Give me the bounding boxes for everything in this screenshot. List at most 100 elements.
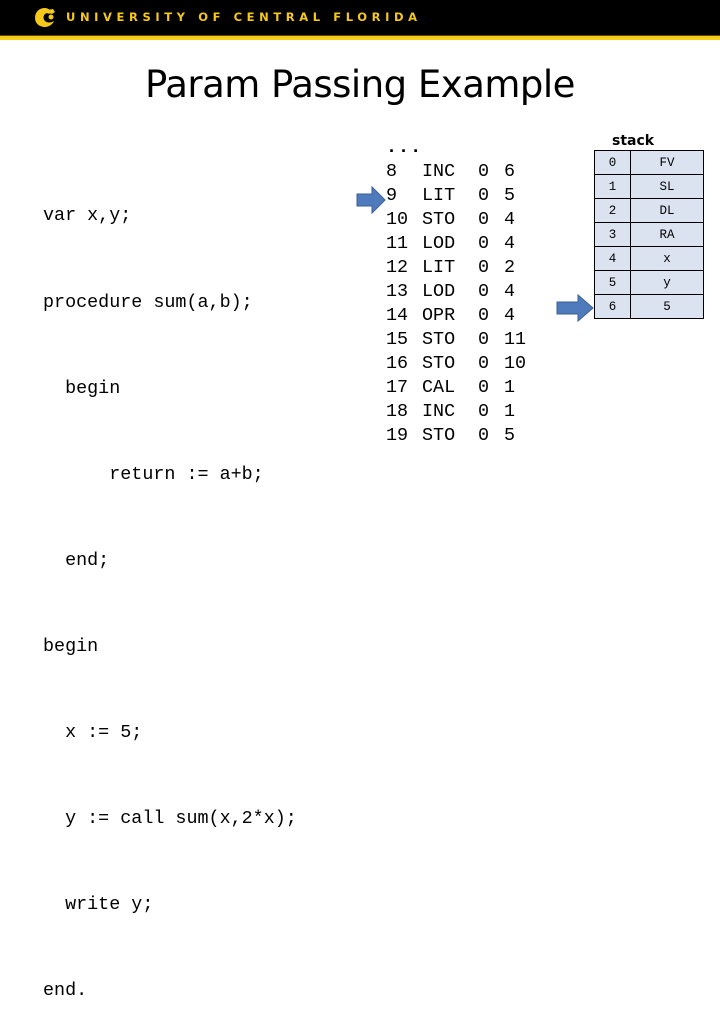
source-code-block: var x,y; procedure sum(a,b); begin retur… [43,145,297,1035]
instruction-opcode: LIT [422,257,456,278]
instruction-level: 0 [478,401,490,422]
code-line: return := a+b; [43,463,264,485]
stack-index: 1 [594,174,631,199]
instruction-opcode: STO [422,425,456,446]
code-line: end. [43,980,88,1002]
instruction-level: 0 [478,353,490,374]
instruction-modifier: 5 [504,425,516,446]
instruction-line-number: 15 [386,329,409,350]
instruction-listing: ... 8 INC 0 6 9 LIT 0 5 10 STO 0 4 11 LOD 0 4 12 LIT 0 2 13 L… [386,136,544,448]
code-line: y := call sum(x,2*x); [43,808,297,830]
instruction-level: 0 [478,185,490,206]
slide-title: Param Passing Example [145,63,575,106]
instruction-row: 17 CAL 0 1 [386,376,544,400]
code-line: end; [43,549,110,571]
instruction-modifier: 1 [504,377,516,398]
instruction-opcode: LIT [422,185,456,206]
instruction-level: 0 [478,377,490,398]
instruction-line-number: 17 [386,377,409,398]
instruction-line-number: 19 [386,425,409,446]
instruction-level: 0 [478,161,490,182]
instruction-row: 16 STO 0 10 [386,352,544,376]
instruction-opcode: OPR [422,305,456,326]
code-line: x := 5; [43,721,143,743]
stack-row: 0 FV [594,150,704,175]
instruction-level: 0 [478,329,490,350]
stack-row: 65 [594,294,704,319]
stack-value: 5 [630,294,704,319]
sp-arrow-icon [556,293,594,323]
instruction-modifier: 10 [504,353,527,374]
stack-index: 3 [594,222,631,247]
stack-index: 5 [594,270,631,295]
instruction-opcode: INC [422,401,456,422]
stack-index: 2 [594,198,631,223]
instruction-modifier: 4 [504,233,516,254]
pegasus-logo-icon [35,8,55,27]
stack-index: 4 [594,246,631,271]
instruction-opcode: LOD [422,281,456,302]
code-line: procedure sum(a,b); [43,291,253,313]
stack-value: SL [630,174,704,199]
instruction-ellipsis: ... [386,137,423,158]
instruction-opcode: STO [422,329,456,350]
instruction-opcode: INC [422,161,456,182]
instruction-row: 14 OPR 0 4 [386,304,544,328]
stack-table: 0 FV 1 SL 2 DL 3 RA 4 x 5 y 6 5 [594,150,704,319]
instruction-modifier: 4 [504,281,516,302]
instruction-level: 0 [478,209,490,230]
pc-arrow-icon [356,185,386,215]
instruction-line-number: 12 [386,257,409,278]
instruction-row: 15 STO 0 11 [386,328,544,352]
instruction-modifier: 2 [504,257,516,278]
stack-value: y [630,270,704,295]
instruction-line-number: 9 [386,185,398,206]
university-name: UNIVERSITY OF CENTRAL FLORIDA [66,10,422,24]
instruction-level: 0 [478,233,490,254]
stack-value: DL [630,198,704,223]
stack-index: 0 [594,150,631,175]
instruction-modifier: 11 [504,329,527,350]
instruction-level: 0 [478,425,490,446]
instruction-line-number: 18 [386,401,409,422]
instruction-row: 18 INC 0 1 [386,400,544,424]
header-gold-stripe [0,35,720,40]
instruction-row: 12 LIT 0 2 [386,256,544,280]
stack-index: 6 [594,294,631,319]
instruction-opcode: CAL [422,377,456,398]
instruction-opcode: STO [422,353,456,374]
instruction-level: 0 [478,257,490,278]
instruction-modifier: 4 [504,305,516,326]
instruction-line-number: 8 [386,161,398,182]
instruction-row: 9 LIT 0 5 [386,184,544,208]
instruction-row: 11 LOD 0 4 [386,232,544,256]
instruction-line-number: 11 [386,233,409,254]
stack-value: x [630,246,704,271]
stack-row: 3 RA [594,222,704,247]
instruction-level: 0 [478,305,490,326]
instruction-opcode: STO [422,209,456,230]
header-bar: UNIVERSITY OF CENTRAL FLORIDA [0,0,720,35]
instruction-row: 13 LOD 0 4 [386,280,544,304]
instruction-modifier: 4 [504,209,516,230]
instruction-line-number: 10 [386,209,409,230]
stack-value: FV [630,150,704,175]
stack-row: 1 SL [594,174,704,199]
instruction-modifier: 5 [504,185,516,206]
instruction-line-number: 14 [386,305,409,326]
stack-row: 2 DL [594,198,704,223]
instruction-level: 0 [478,281,490,302]
stack-value: RA [630,222,704,247]
stack-row: 5y [594,270,704,295]
code-line: var x,y; [43,205,132,227]
instruction-modifier: 6 [504,161,516,182]
stack-row: 4x [594,246,704,271]
instruction-row: 19 STO 0 5 [386,424,544,448]
instruction-modifier: 1 [504,401,516,422]
code-line: begin [43,377,121,399]
code-line: write y; [43,894,154,916]
instruction-opcode: LOD [422,233,456,254]
instruction-row: 10 STO 0 4 [386,208,544,232]
code-line: begin [43,635,99,657]
instruction-line-number: 16 [386,353,409,374]
